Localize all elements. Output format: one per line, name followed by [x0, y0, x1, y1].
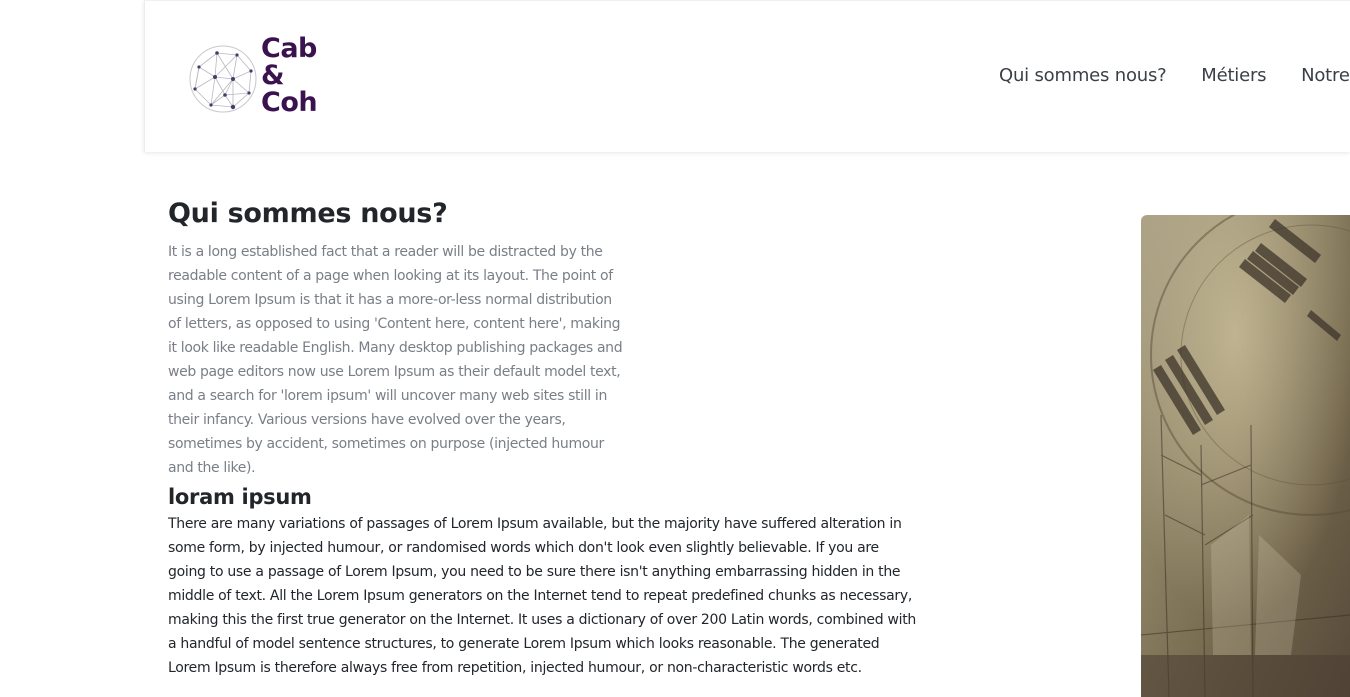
nav-item-notre[interactable]: Notre: [1301, 65, 1350, 86]
page-title: Qui sommes nous?: [168, 198, 448, 229]
vintage-clock-ship-image: [1141, 215, 1350, 697]
intro-paragraph: It is a long established fact that a rea…: [168, 244, 623, 476]
main-content: Qui sommes nous? It is a long establishe…: [168, 192, 928, 680]
brand-logo[interactable]: Cab & Coh: [187, 35, 347, 125]
section-body: There are many variations of passages of…: [168, 516, 916, 676]
nav-item-metiers[interactable]: Métiers: [1201, 65, 1266, 86]
hero-illustration: [1141, 215, 1350, 697]
section-title: loram ipsum: [168, 485, 312, 509]
brand-name-line3: Coh: [261, 87, 318, 118]
globe-network-icon: [189, 45, 257, 113]
nav-item-qui-sommes-nous[interactable]: Qui sommes nous?: [999, 65, 1167, 86]
brand-name-line2: &: [261, 60, 285, 91]
brand-wordmark: Cab & Coh: [261, 35, 347, 116]
brand-name-line1: Cab: [261, 33, 317, 64]
main-navigation: Qui sommes nous? Métiers Notre: [999, 65, 1350, 86]
site-header: Cab & Coh Qui sommes nous? Métiers Notre: [144, 0, 1350, 152]
